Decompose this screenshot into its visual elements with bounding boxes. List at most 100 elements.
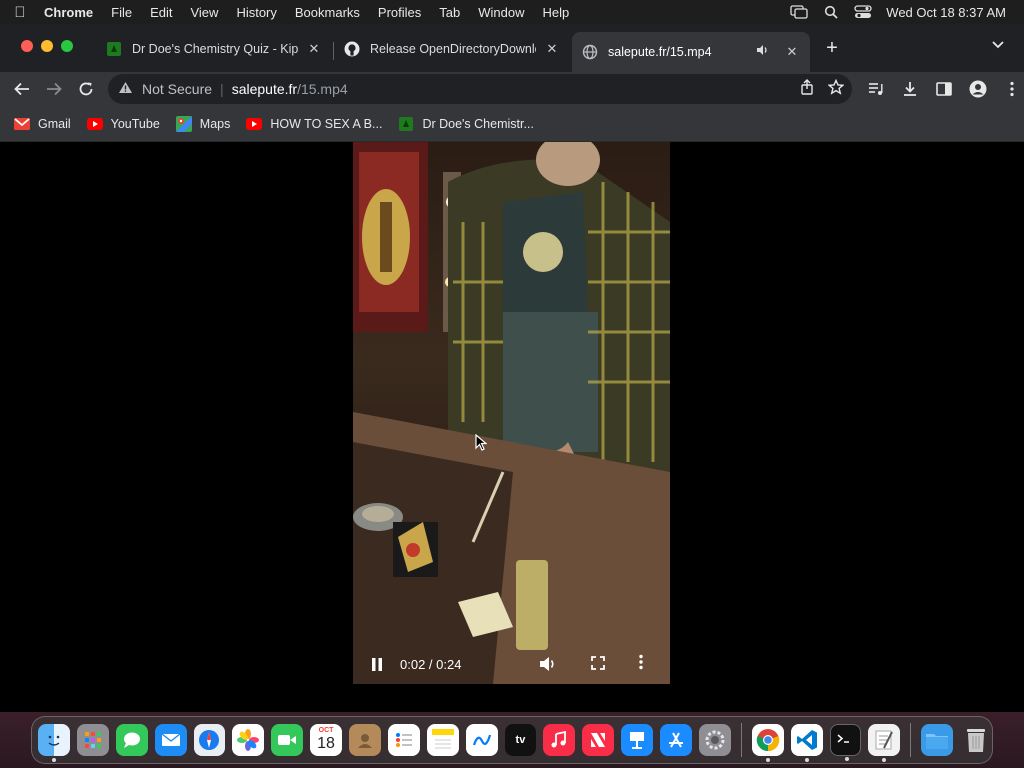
macos-menu-bar:  Chrome File Edit View History Bookmark… [0, 0, 1024, 24]
warning-triangle-icon[interactable] [118, 81, 134, 97]
app-store-icon[interactable] [660, 724, 692, 756]
screen-mirroring-icon[interactable] [790, 5, 808, 19]
notes-icon[interactable] [426, 724, 459, 756]
menu-edit[interactable]: Edit [141, 5, 181, 20]
bookmark-star-icon[interactable] [827, 78, 845, 98]
bookmark-gmail[interactable]: Gmail [14, 117, 71, 131]
photos-icon[interactable] [232, 724, 265, 756]
menu-bar-status-area: Wed Oct 18 8:37 AM [790, 0, 1024, 24]
menu-view[interactable]: View [181, 5, 227, 20]
profile-avatar-icon[interactable] [962, 75, 994, 103]
tab-chemistry-quiz[interactable]: Dr Doe's Chemistry Quiz - Kip ✕ [96, 32, 332, 66]
window-minimize-button[interactable] [41, 40, 53, 52]
running-indicator [804, 758, 809, 762]
tab-audio-playing-icon[interactable] [756, 44, 770, 60]
running-indicator [52, 758, 56, 762]
window-zoom-button[interactable] [61, 40, 73, 52]
chrome-icon[interactable] [751, 724, 784, 762]
tab-github-release[interactable]: Release OpenDirectoryDownlo ✕ [334, 32, 570, 66]
video-player[interactable]: 0:02 / 0:24 [353, 142, 670, 684]
back-button[interactable] [6, 75, 38, 103]
side-panel-icon[interactable] [928, 75, 960, 103]
new-tab-button[interactable]: + [822, 38, 842, 58]
trash-icon[interactable] [960, 724, 992, 756]
control-center-icon[interactable] [854, 5, 872, 19]
youtube-icon [86, 117, 103, 131]
menu-file[interactable]: File [102, 5, 141, 20]
share-icon[interactable] [800, 79, 814, 98]
mail-icon[interactable] [154, 724, 187, 756]
freeform-icon[interactable] [465, 724, 498, 756]
bookmark-chemistry-quiz[interactable]: Dr Doe's Chemistr... [398, 116, 534, 131]
address-divider: | [220, 81, 224, 97]
menu-help[interactable]: Help [534, 5, 579, 20]
apple-menu-icon[interactable]:  [0, 4, 40, 21]
tab-search-chevron-icon[interactable] [992, 38, 1004, 52]
chrome-menu-icon[interactable] [996, 75, 1024, 103]
menu-bookmarks[interactable]: Bookmarks [286, 5, 369, 20]
running-indicator [882, 758, 887, 762]
bookmark-label: YouTube [110, 116, 160, 131]
script-editor-icon[interactable] [868, 724, 901, 762]
music-icon[interactable] [543, 724, 576, 756]
tab-close-icon[interactable]: ✕ [544, 41, 560, 57]
messages-icon[interactable] [115, 724, 148, 756]
news-icon[interactable] [582, 724, 615, 756]
video-time-display: 0:02 / 0:24 [400, 657, 462, 672]
url-host: salepute.fr [231, 81, 298, 97]
tab-close-icon[interactable]: ✕ [784, 44, 800, 60]
facetime-icon[interactable] [271, 724, 304, 756]
page-content: 0:02 / 0:24 [0, 142, 1024, 712]
window-close-button[interactable] [21, 40, 33, 52]
tab-close-icon[interactable]: ✕ [306, 41, 322, 57]
tab-title: Dr Doe's Chemistry Quiz - Kip [132, 42, 298, 56]
safari-icon[interactable] [193, 724, 226, 756]
menu-profiles[interactable]: Profiles [369, 5, 430, 20]
security-status-label[interactable]: Not Secure [142, 81, 212, 97]
menu-tab[interactable]: Tab [430, 5, 469, 20]
gmail-icon [14, 117, 30, 131]
pause-button[interactable] [371, 658, 385, 672]
dock-separator [910, 723, 912, 757]
bookmark-label: Gmail [38, 116, 71, 131]
address-bar[interactable]: Not Secure | salepute.fr/15.mp4 [108, 74, 852, 104]
system-settings-icon[interactable] [698, 724, 731, 756]
menu-window[interactable]: Window [469, 5, 533, 20]
toolbar-right-actions [860, 75, 1024, 103]
reminders-icon[interactable] [387, 724, 420, 756]
keynote-icon[interactable] [621, 724, 653, 756]
globe-icon [582, 44, 598, 60]
download-icon[interactable] [894, 75, 926, 103]
menu-bar-clock[interactable]: Wed Oct 18 8:37 AM [886, 5, 1006, 20]
calendar-icon[interactable]: OCT 18 [310, 724, 342, 756]
mouse-cursor-icon [475, 434, 487, 451]
folder-icon[interactable] [921, 724, 954, 756]
bookmark-maps[interactable]: Maps [175, 115, 230, 132]
media-controls-icon[interactable] [860, 75, 892, 103]
video-frame [353, 142, 670, 684]
menu-app-chrome[interactable]: Chrome [40, 5, 102, 20]
bookmark-youtube-video[interactable]: HOW TO SEX A B... [246, 117, 382, 131]
vscode-icon[interactable] [790, 724, 823, 762]
menu-history[interactable]: History [227, 5, 285, 20]
window-controls [21, 40, 73, 52]
spotlight-search-icon[interactable] [822, 5, 840, 19]
video-controls: 0:02 / 0:24 [353, 642, 670, 684]
bookmark-label: HOW TO SEX A B... [270, 116, 383, 131]
tab-video-active[interactable]: salepute.fr/15.mp4 ✕ [572, 32, 810, 72]
github-icon [344, 41, 360, 57]
forward-button[interactable] [38, 75, 70, 103]
reload-button[interactable] [70, 75, 102, 103]
apple-tv-icon[interactable]: tv [504, 724, 537, 756]
url-path: /15.mp4 [297, 81, 348, 97]
bookmark-youtube[interactable]: YouTube [86, 116, 160, 131]
tab-title: salepute.fr/15.mp4 [608, 45, 712, 59]
bookmark-label: Dr Doe's Chemistr... [422, 116, 534, 131]
chemistry-favicon-icon [106, 41, 122, 57]
finder-icon[interactable] [38, 724, 70, 762]
chemistry-favicon-icon [398, 116, 414, 131]
contacts-icon[interactable] [349, 724, 381, 756]
youtube-icon [246, 117, 263, 131]
terminal-icon[interactable] [829, 724, 862, 761]
launchpad-icon[interactable] [76, 724, 109, 756]
